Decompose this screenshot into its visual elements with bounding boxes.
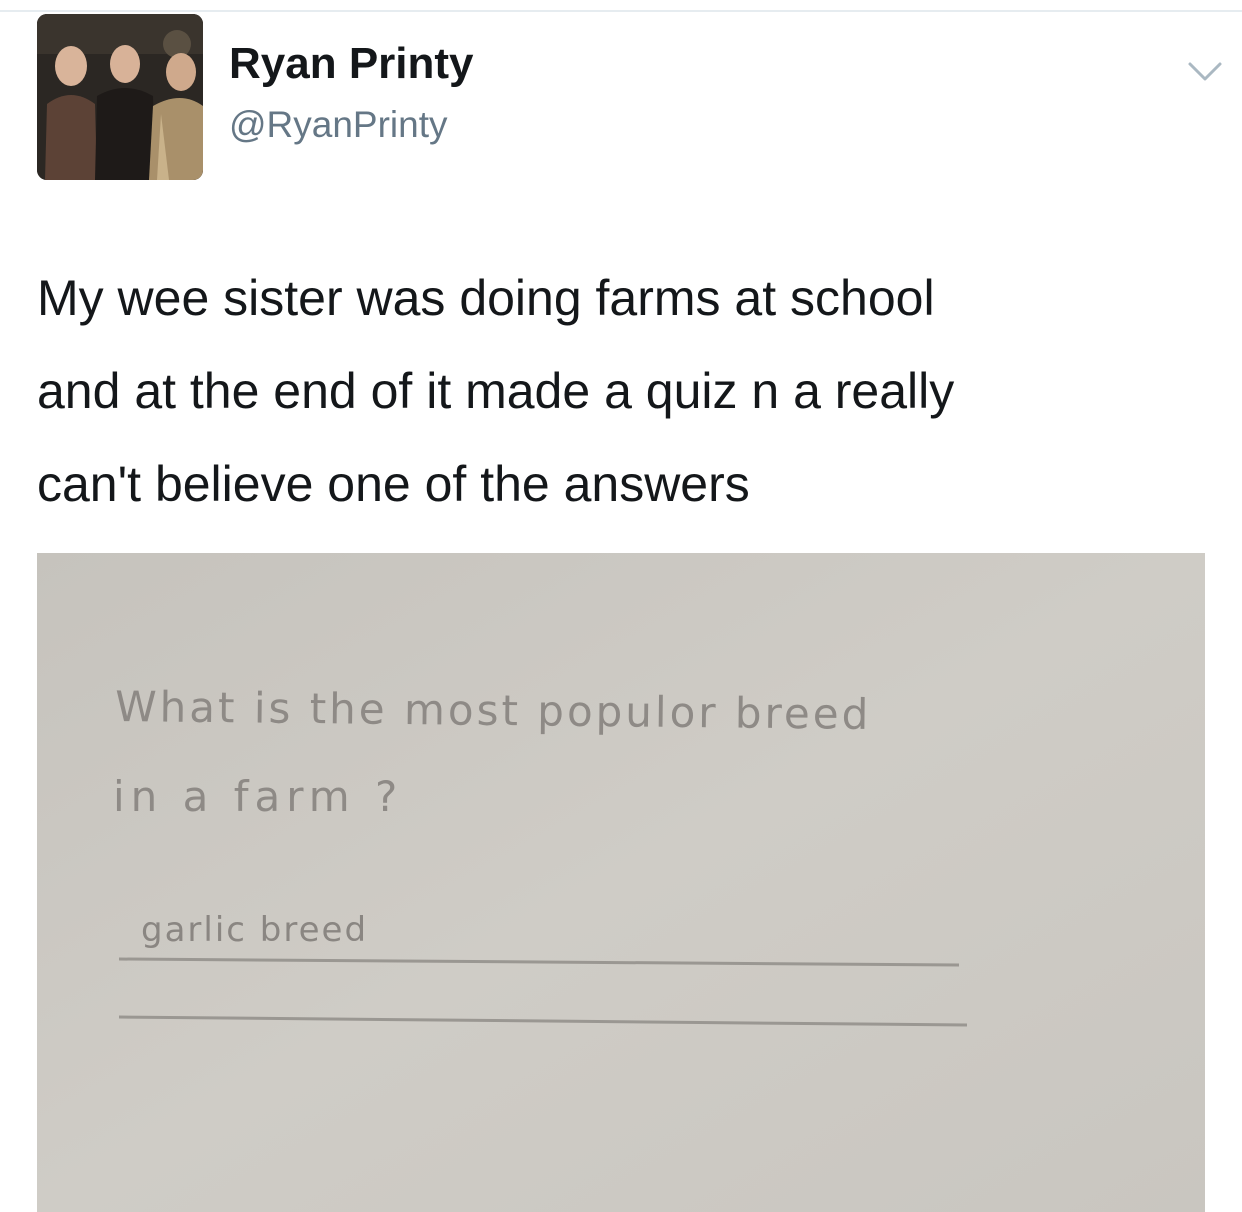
tweet-header: Ryan Printy @RyanPrinty <box>37 14 1222 184</box>
tweet-text: My wee sister was doing farms at school a… <box>37 252 1217 531</box>
handwritten-answer: garlic breed <box>141 910 368 950</box>
tweet-photo[interactable]: What is the most populor breed in a farm… <box>37 553 1205 1212</box>
avatar-photo <box>37 14 203 180</box>
tweet-text-line: can't believe one of the answers <box>37 456 750 512</box>
author-handle[interactable]: @RyanPrinty <box>229 106 448 143</box>
handwritten-question-line-1: What is the most populor breed <box>115 682 872 739</box>
handwritten-question-line-2: in a farm ? <box>113 772 403 821</box>
author-display-name[interactable]: Ryan Printy <box>229 42 474 86</box>
chevron-down-icon[interactable] <box>1187 60 1223 84</box>
avatar[interactable] <box>37 14 203 180</box>
tweet-text-line: and at the end of it made a quiz n a rea… <box>37 363 955 419</box>
top-divider <box>0 10 1242 12</box>
tweet-text-line: My wee sister was doing farms at school <box>37 270 935 326</box>
quiz-worksheet-photo: What is the most populor breed in a farm… <box>37 553 1205 1212</box>
